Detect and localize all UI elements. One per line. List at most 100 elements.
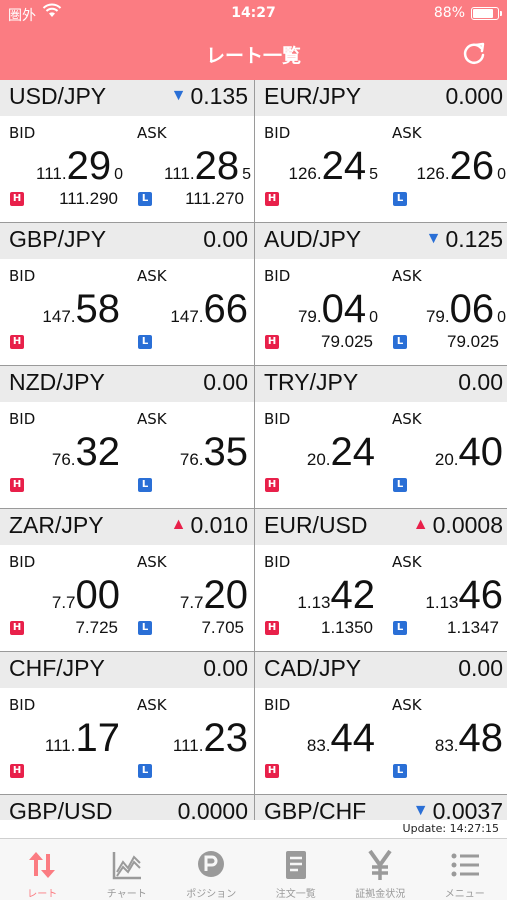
currency-pair: CHF/JPY — [9, 655, 105, 681]
ask-price-prefix: 111. — [172, 736, 204, 755]
currency-pair: CAD/JPY — [264, 655, 362, 681]
menu-list-icon — [451, 853, 479, 877]
rate-cell[interactable]: ZAR/JPY ▲ 0.010 BID ASK 7.7 00 7.7 20 H 7… — [0, 509, 254, 651]
ask-label: ASK — [137, 553, 167, 571]
rate-cell[interactable]: EUR/JPY 0.000 BID ASK 126. 24 5 126. 26 … — [255, 80, 507, 222]
ask-price-prefix: 1.13 — [425, 593, 459, 612]
refresh-icon[interactable] — [459, 39, 489, 69]
change-text: 0.00 — [203, 655, 248, 681]
down-triangle-icon: ▼ — [170, 86, 187, 104]
ask-price-main: 23 — [203, 716, 249, 760]
tab-label: 注文一覧 — [275, 889, 316, 900]
bid-price-main: 32 — [75, 430, 121, 474]
bid-price-main: 44 — [330, 716, 376, 760]
low-badge: L — [138, 335, 152, 349]
update-bar: Update: 14:27:15 — [0, 820, 507, 838]
change-value: 0.00 — [458, 655, 503, 682]
bid-price: 111. 17 — [5, 715, 123, 761]
rate-cell-header: EUR/USD ▲ 0.0008 — [255, 509, 507, 545]
rate-cell-header: GBP/USD 0.0000 — [0, 795, 254, 820]
bid-price: 83. 44 — [260, 715, 378, 761]
currency-pair: GBP/USD — [9, 798, 113, 820]
bid-label: BID — [9, 410, 36, 428]
rate-cell[interactable]: TRY/JPY 0.00 BID ASK 20. 24 20. 40 H L — [255, 366, 507, 508]
low-badge: L — [393, 764, 407, 778]
rate-cell[interactable]: GBP/CHF ▼0.0037 BID ASK H L — [255, 795, 507, 820]
rate-grid: USD/JPY ▼ 0.135 BID ASK 111. 29 0 111. 28… — [0, 80, 507, 820]
ask-price: 111. 23 — [133, 715, 251, 761]
change-value: 0.00 — [458, 369, 503, 396]
change-text: 0.135 — [190, 83, 248, 109]
ask-price: 147. 66 — [133, 286, 251, 332]
bid-price-pip: 0 — [114, 166, 123, 183]
currency-pair: EUR/USD — [264, 512, 368, 538]
rate-cell[interactable]: CAD/JPY 0.00 BID ASK 83. 44 83. 48 H L — [255, 652, 507, 794]
rate-cell[interactable]: USD/JPY ▼ 0.135 BID ASK 111. 29 0 111. 28… — [0, 80, 254, 222]
bid-price-main: 29 — [66, 144, 112, 188]
update-time: Update: 14:27:15 — [402, 822, 499, 835]
ask-price-prefix: 76. — [179, 450, 204, 469]
tab-rate-arrows[interactable]: レート — [0, 839, 85, 900]
bid-price-pip: 5 — [369, 166, 378, 183]
ask-price-prefix: 83. — [434, 736, 459, 755]
ask-label: ASK — [137, 267, 167, 285]
bid-price: 1.13 42 — [260, 572, 378, 618]
rate-cell[interactable]: CHF/JPY 0.00 BID ASK 111. 17 111. 23 H L — [0, 652, 254, 794]
tab-order-list[interactable]: 注文一覧 — [254, 839, 339, 900]
rate-cell-header: AUD/JPY ▼ 0.125 — [255, 223, 507, 259]
bid-price: 20. 24 — [260, 429, 378, 475]
bid-label: BID — [264, 410, 291, 428]
low-badge: L — [393, 478, 407, 492]
tab-yen[interactable]: 証拠金状況 — [338, 839, 423, 900]
rate-cell[interactable]: EUR/USD ▲ 0.0008 BID ASK 1.13 42 1.13 46 … — [255, 509, 507, 651]
status-bar: 圏外 14:27 88% — [0, 0, 507, 28]
down-triangle-icon: ▼ — [412, 801, 429, 819]
rate-cell[interactable]: NZD/JPY 0.00 BID ASK 76. 32 76. 35 H L — [0, 366, 254, 508]
rate-cell-header: EUR/JPY 0.000 — [255, 80, 507, 116]
up-triangle-icon: ▲ — [412, 515, 429, 533]
down-triangle-icon: ▼ — [425, 229, 442, 247]
bid-price-prefix: 20. — [306, 450, 331, 469]
tab-label: 証拠金状況 — [355, 889, 406, 900]
change-text: 0.0008 — [432, 512, 503, 538]
high-badge: H — [265, 764, 279, 778]
bid-price-prefix: 111. — [44, 736, 76, 755]
bid-price: 7.7 00 — [5, 572, 123, 618]
ask-price-main: 35 — [203, 430, 249, 474]
ask-price-main: 40 — [458, 430, 504, 474]
low-value: 79.025 — [447, 332, 499, 351]
rate-cell-header: CHF/JPY 0.00 — [0, 652, 254, 688]
change-text: 0.00 — [458, 655, 503, 681]
currency-pair: USD/JPY — [9, 83, 107, 109]
rate-cell-header: ZAR/JPY ▲ 0.010 — [0, 509, 254, 545]
bid-label: BID — [264, 553, 291, 571]
change-value: 0.000 — [445, 83, 503, 110]
rate-cell[interactable]: GBP/USD 0.0000 BID ASK H L — [0, 795, 254, 820]
tab-chart[interactable]: チャート — [85, 839, 170, 900]
high-badge: H — [10, 335, 24, 349]
tab-position-p[interactable]: ポジション — [169, 839, 254, 900]
ask-price: 83. 48 — [388, 715, 506, 761]
bid-price-main: 00 — [75, 573, 121, 617]
change-value: 0.00 — [203, 226, 248, 253]
bid-label: BID — [9, 124, 36, 142]
battery-percent: 88% — [433, 5, 465, 21]
currency-pair: AUD/JPY — [264, 226, 362, 252]
bid-price-main: 04 — [321, 287, 367, 331]
rate-cell-header: CAD/JPY 0.00 — [255, 652, 507, 688]
yen-icon — [368, 849, 392, 880]
high-value: 111.290 — [59, 189, 118, 208]
rate-cell-header: GBP/CHF ▼ 0.0037 — [255, 795, 507, 820]
rate-arrows-icon — [29, 852, 56, 878]
tab-menu-list[interactable]: メニュー — [423, 839, 507, 900]
change-value: ▲ 0.0008 — [413, 512, 503, 539]
high-badge: H — [10, 764, 24, 778]
rate-cell-header: USD/JPY ▼ 0.135 — [0, 80, 254, 116]
ask-price: 20. 40 — [388, 429, 506, 475]
rate-cell[interactable]: AUD/JPY ▼ 0.125 BID ASK 79. 04 0 79. 06 0… — [255, 223, 507, 365]
ask-price-pip: 0 — [497, 309, 506, 326]
position-p-icon — [198, 851, 225, 877]
ask-label: ASK — [392, 124, 422, 142]
rate-cell[interactable]: GBP/JPY 0.00 BID ASK 147. 58 147. 66 H L — [0, 223, 254, 365]
ask-price-main: 06 — [449, 287, 495, 331]
